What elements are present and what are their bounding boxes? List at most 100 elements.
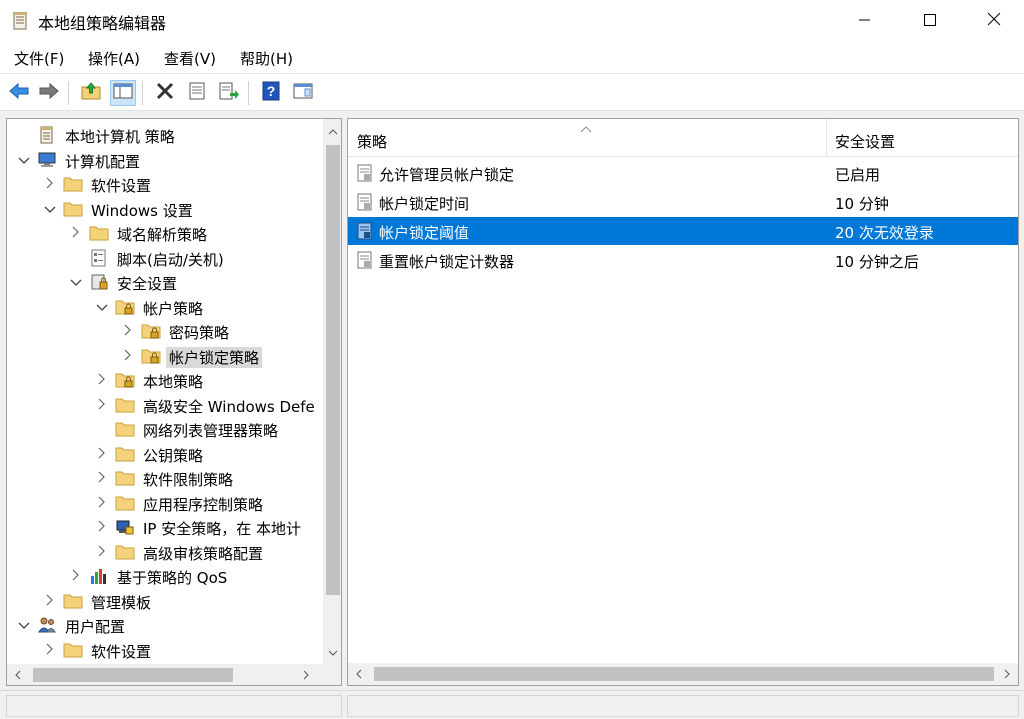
export-list-icon	[218, 81, 240, 105]
help-icon: ?	[261, 81, 281, 105]
expand-toggle[interactable]	[43, 177, 57, 191]
expand-toggle[interactable]	[95, 471, 109, 485]
maximize-icon	[924, 12, 936, 30]
maximize-button[interactable]	[907, 0, 953, 42]
policy-row[interactable]: 帐户锁定阈值 20 次无效登录	[348, 217, 1018, 245]
tree-item[interactable]: 安全设置	[7, 270, 317, 294]
security-setting-value: 已启用	[835, 166, 881, 184]
tree-item[interactable]: IP 安全策略，在 本地计	[7, 515, 317, 539]
up-folder-icon	[80, 81, 102, 105]
scroll-right-button[interactable]	[295, 664, 317, 685]
tree-item[interactable]: 域名解析策略	[7, 221, 317, 245]
list-horizontal-scrollbar[interactable]	[348, 663, 1018, 685]
collapse-toggle[interactable]	[43, 202, 57, 216]
locked-folder-icon	[115, 298, 135, 316]
scroll-thumb[interactable]	[326, 145, 340, 595]
expand-toggle[interactable]	[95, 545, 109, 559]
scroll-right-button[interactable]	[996, 663, 1018, 685]
collapse-toggle[interactable]	[17, 618, 31, 632]
expand-toggle[interactable]	[95, 398, 109, 412]
export-list-button[interactable]	[216, 80, 242, 106]
policy-row[interactable]: 帐户锁定时间 10 分钟	[348, 188, 1018, 216]
menu-file[interactable]: 文件(F)	[14, 48, 64, 69]
tree-item[interactable]: 软件限制策略	[7, 466, 317, 490]
expand-toggle[interactable]	[95, 496, 109, 510]
back-button[interactable]	[6, 80, 32, 106]
collapse-toggle[interactable]	[17, 153, 31, 167]
expand-toggle[interactable]	[43, 643, 57, 657]
forward-button[interactable]	[36, 80, 62, 106]
tree-item[interactable]: 管理模板	[7, 589, 317, 613]
expand-toggle[interactable]	[43, 594, 57, 608]
tree-item[interactable]: 应用程序控制策略	[7, 491, 317, 515]
tree-item-label: 高级安全 Windows Defe	[143, 397, 315, 416]
policy-row[interactable]: 重置帐户锁定计数器 10 分钟之后	[348, 246, 1018, 274]
policy-setting-icon	[356, 164, 374, 182]
folder-icon	[89, 224, 109, 242]
expand-toggle[interactable]	[121, 324, 135, 338]
scroll-thumb[interactable]	[374, 667, 994, 681]
menu-view[interactable]: 查看(V)	[164, 48, 216, 69]
tree-item-label: 帐户策略	[143, 299, 204, 318]
close-icon	[987, 12, 1001, 30]
details-list[interactable]: 策略 安全设置 允许管理员帐户锁定 已启用帐户锁定时间 10 分钟 帐户锁定阈值 20 …	[347, 118, 1019, 686]
scroll-left-button[interactable]	[348, 663, 370, 685]
tree-item[interactable]: 软件设置	[7, 638, 317, 662]
menu-help[interactable]: 帮助(H)	[240, 48, 293, 69]
collapse-toggle[interactable]	[69, 275, 83, 289]
tree-item[interactable]: 基于策略的 QoS	[7, 564, 317, 588]
chevron-down-icon	[18, 151, 30, 169]
tree-item[interactable]: 网络列表管理器策略	[7, 417, 317, 441]
folder-icon	[115, 543, 135, 561]
policy-name: 允许管理员帐户锁定	[379, 166, 515, 184]
close-button[interactable]	[971, 0, 1017, 42]
chevron-up-icon	[328, 121, 338, 139]
console-tree[interactable]: 本地计算机 策略 计算机配置 软件设置 Windows 设置 域名解析策略 脚本(启动/关…	[6, 118, 342, 686]
tree-item[interactable]: 本地策略	[7, 368, 317, 392]
expand-toggle[interactable]	[69, 569, 83, 583]
show-hide-tree-button[interactable]	[110, 80, 136, 106]
expand-toggle[interactable]	[69, 226, 83, 240]
column-divider[interactable]	[826, 119, 827, 157]
collapse-toggle[interactable]	[95, 300, 109, 314]
menu-action[interactable]: 操作(A)	[88, 48, 140, 69]
tree-horizontal-scrollbar[interactable]	[7, 664, 323, 685]
tree-item[interactable]: 高级安全 Windows Defe	[7, 393, 317, 417]
tree-item-label: 基于策略的 QoS	[117, 569, 228, 587]
qos-chart-icon	[89, 567, 109, 585]
tree-vertical-scrollbar[interactable]	[323, 119, 341, 664]
scroll-left-button[interactable]	[7, 664, 29, 685]
policy-setting-icon	[356, 193, 374, 211]
column-header-policy[interactable]: 策略	[357, 131, 387, 152]
tree-item[interactable]: 脚本(启动/关机)	[7, 246, 317, 270]
tree-item[interactable]: 本地计算机 策略	[7, 123, 317, 147]
policy-row[interactable]: 允许管理员帐户锁定 已启用	[348, 159, 1018, 187]
expand-toggle[interactable]	[121, 349, 135, 363]
tree-item[interactable]: 公钥策略	[7, 442, 317, 466]
tree-item[interactable]: 软件设置	[7, 172, 317, 196]
expand-toggle[interactable]	[95, 447, 109, 461]
sort-ascending-icon	[580, 119, 592, 137]
tree-item[interactable]: 用户配置	[7, 613, 317, 637]
toolbar-separator	[248, 81, 249, 105]
console-view-button[interactable]	[290, 80, 316, 106]
expand-toggle[interactable]	[95, 373, 109, 387]
tree-item[interactable]: 帐户策略	[7, 295, 317, 319]
scroll-up-button[interactable]	[323, 119, 341, 141]
expand-toggle[interactable]	[95, 520, 109, 534]
help-button[interactable]: ?	[258, 80, 284, 106]
properties-button[interactable]	[184, 80, 210, 106]
tree-item[interactable]: Windows 设置	[7, 197, 317, 221]
scroll-thumb[interactable]	[33, 668, 233, 682]
policy-name: 重置帐户锁定计数器	[379, 253, 515, 271]
scroll-down-button[interactable]	[323, 640, 341, 662]
tree-item-label: 域名解析策略	[117, 226, 208, 244]
tree-item[interactable]: 密码策略	[7, 319, 317, 343]
tree-item[interactable]: 帐户锁定策略	[7, 344, 317, 368]
up-level-button[interactable]	[78, 80, 104, 106]
delete-button[interactable]	[152, 80, 178, 106]
tree-item[interactable]: 计算机配置	[7, 148, 317, 172]
tree-item[interactable]: 高级审核策略配置	[7, 540, 317, 564]
minimize-button[interactable]	[842, 0, 888, 42]
column-header-security-setting[interactable]: 安全设置	[835, 131, 895, 152]
